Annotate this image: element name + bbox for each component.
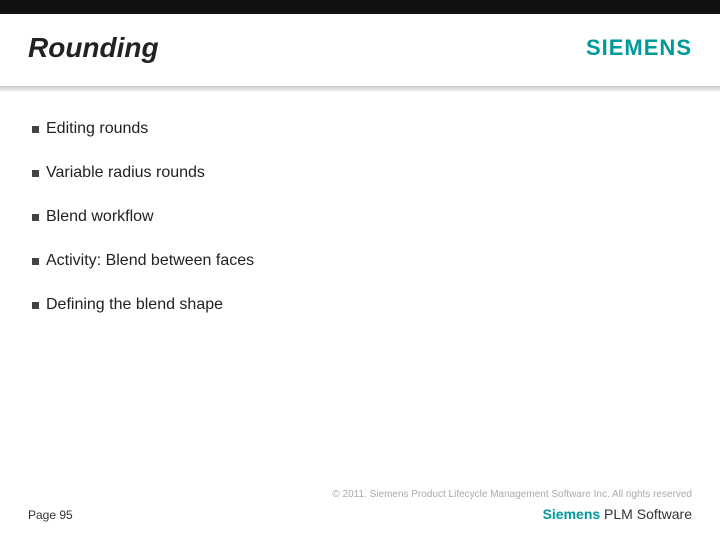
bullet-item: Activity: Blend between faces (32, 252, 688, 270)
header: Rounding SIEMENS (0, 14, 720, 86)
brand-text: Siemens PLM Software (543, 506, 692, 522)
bullet-item: Blend workflow (32, 208, 688, 226)
bullet-item: Defining the blend shape (32, 296, 688, 314)
page-title: Rounding (28, 32, 159, 64)
content-area: Editing rounds Variable radius rounds Bl… (0, 92, 720, 489)
footer: © 2011. Siemens Product Lifecycle Manage… (0, 489, 720, 540)
brand-primary: Siemens (543, 506, 601, 522)
page-number: Page 95 (28, 508, 73, 522)
bullet-item: Editing rounds (32, 120, 688, 138)
copyright-text: © 2011. Siemens Product Lifecycle Manage… (28, 489, 692, 500)
top-stripe (0, 0, 720, 14)
footer-row: Page 95 Siemens PLM Software (28, 506, 692, 522)
brand-secondary: PLM Software (600, 506, 692, 522)
bullet-item: Variable radius rounds (32, 164, 688, 182)
siemens-logo: SIEMENS (586, 35, 692, 61)
slide: Rounding SIEMENS Editing rounds Variable… (0, 0, 720, 540)
